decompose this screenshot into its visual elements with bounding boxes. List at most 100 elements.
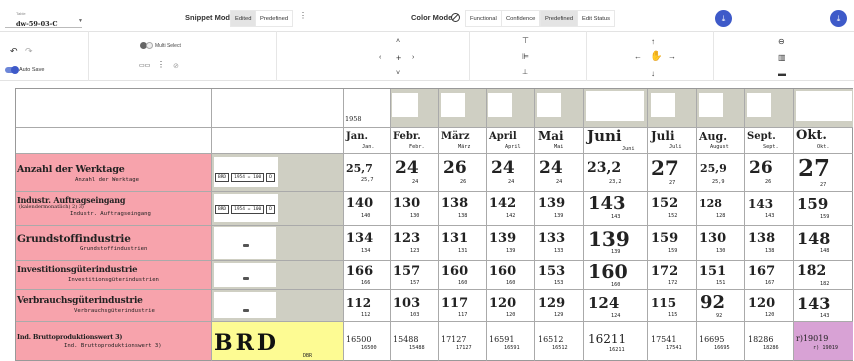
color-mode-functional[interactable]: Functional xyxy=(465,10,502,27)
table-cell[interactable]: 16512 xyxy=(538,335,563,344)
table-cell[interactable]: r)19019 xyxy=(796,334,828,343)
redo-icon[interactable]: ↷ xyxy=(25,47,33,56)
row-title[interactable]: Anzahl der Werktage xyxy=(17,164,125,175)
table-cell[interactable]: 92 xyxy=(700,292,725,313)
table-select[interactable]: Table dw-59-03-C ▼ xyxy=(5,6,83,28)
table-cell[interactable]: 16695 xyxy=(699,335,724,344)
color-mode-predefined[interactable]: Predefined xyxy=(540,10,579,27)
table-cell[interactable]: 26 xyxy=(749,158,773,178)
download-icon[interactable]: ⤓ xyxy=(715,10,732,27)
row-title[interactable]: Verbrauchsgüterindustrie xyxy=(17,296,143,306)
align-top-icon[interactable]: ⊤ xyxy=(522,37,529,45)
table-cell[interactable]: 17541 xyxy=(651,335,676,344)
table-cell[interactable]: 120 xyxy=(489,296,516,311)
chevron-up-icon[interactable]: ˄ xyxy=(396,38,400,45)
chevron-left-icon[interactable]: ‹ xyxy=(379,54,381,61)
table-cell[interactable]: 167 xyxy=(748,264,775,279)
table-cell[interactable]: 27 xyxy=(651,156,679,180)
table-cell[interactable]: 148 xyxy=(797,229,830,248)
align-right-icon[interactable]: ⊫ xyxy=(522,53,529,61)
month-header[interactable]: Juli xyxy=(651,129,675,143)
plus-icon[interactable]: + xyxy=(396,54,401,63)
more-options-icon[interactable]: ⋮ xyxy=(299,11,307,20)
table-cell[interactable]: 133 xyxy=(538,231,565,246)
table-cell[interactable]: 131 xyxy=(441,231,468,246)
chevron-right-icon[interactable]: › xyxy=(412,54,414,61)
table-cell[interactable]: 139 xyxy=(489,231,516,246)
undo-icon[interactable]: ↶ xyxy=(10,47,18,56)
table-cell[interactable]: 142 xyxy=(489,196,516,211)
table-cell[interactable]: 103 xyxy=(393,296,420,311)
table-cell[interactable]: 151 xyxy=(699,264,726,279)
table-cell[interactable]: 117 xyxy=(441,296,468,311)
table-cell[interactable]: 124 xyxy=(588,294,619,312)
table-cell[interactable]: 182 xyxy=(797,263,826,279)
arrow-up-icon[interactable]: ↑ xyxy=(651,38,655,46)
month-header[interactable]: Aug. xyxy=(699,130,727,143)
table-cell[interactable]: 139 xyxy=(588,227,630,251)
table-cell[interactable]: 143 xyxy=(797,294,830,313)
table-cell[interactable]: 160 xyxy=(588,261,628,283)
month-header[interactable]: März xyxy=(441,131,470,142)
color-mode-confidence[interactable]: Confidence xyxy=(501,10,541,27)
table-cell[interactable]: 25,7 xyxy=(346,162,373,175)
table-cell[interactable]: 16211 xyxy=(588,332,626,346)
table-cell[interactable]: 24 xyxy=(395,158,419,178)
row-title[interactable]: Investitionsgüterindustrie xyxy=(17,265,138,275)
table-cell[interactable]: 15488 xyxy=(393,335,418,344)
table-cell[interactable]: 16500 xyxy=(346,335,371,344)
table-cell[interactable]: 26 xyxy=(443,158,467,178)
chevron-down-icon[interactable]: ˅ xyxy=(396,70,400,77)
table-cell[interactable]: 139 xyxy=(538,196,565,211)
table-cell[interactable]: 138 xyxy=(441,196,468,211)
table-cell[interactable]: 24 xyxy=(539,158,563,178)
table-cell[interactable]: 112 xyxy=(346,296,371,310)
table-cell[interactable]: 134 xyxy=(346,231,373,246)
table-cell[interactable]: 25,9 xyxy=(700,162,727,175)
arrow-left-icon[interactable]: ← xyxy=(634,53,642,61)
no-color-icon[interactable] xyxy=(451,13,460,22)
arrow-down-icon[interactable]: ↓ xyxy=(651,70,655,78)
table-cell[interactable]: 23,2 xyxy=(587,160,621,176)
table-cell[interactable]: 152 xyxy=(651,196,678,211)
table-cell[interactable]: 115 xyxy=(651,296,676,310)
row-title[interactable]: Grundstoffindustrie xyxy=(17,233,131,245)
unit-label[interactable]: BRD 1954 = 100 D xyxy=(215,173,277,182)
hand-icon[interactable]: ✋ xyxy=(650,52,662,62)
row-title[interactable]: Ind. Bruttoproduktionswert 3) xyxy=(17,333,123,341)
snippet-mode-edited[interactable]: Edited xyxy=(230,10,257,27)
table-cell[interactable]: 18286 xyxy=(748,335,773,344)
snippet-icon[interactable]: ▭▭ xyxy=(139,63,150,69)
table-cell[interactable]: 159 xyxy=(797,195,828,213)
columns-icon[interactable]: ⋮ xyxy=(157,61,165,69)
table-cell[interactable]: 128 xyxy=(699,197,722,210)
month-header[interactable]: Febr. xyxy=(393,131,421,142)
month-header[interactable]: Mai xyxy=(538,129,564,143)
table-cell[interactable]: 143 xyxy=(588,193,626,214)
table-cell[interactable]: 130 xyxy=(393,196,420,211)
table-cell[interactable]: 123 xyxy=(393,231,420,246)
table-cell[interactable]: 27 xyxy=(798,155,830,182)
split-icon[interactable]: ▬ xyxy=(778,70,786,78)
auto-save-toggle[interactable] xyxy=(5,66,19,74)
table-cell[interactable]: 129 xyxy=(538,296,565,311)
month-header[interactable]: Okt. xyxy=(796,128,827,143)
month-header[interactable]: Sept. xyxy=(747,131,776,142)
table-cell[interactable]: 166 xyxy=(346,264,373,279)
link-icon[interactable]: ⊖ xyxy=(778,38,785,46)
snippet-mode-predefined[interactable]: Predefined xyxy=(255,10,294,27)
color-mode-edit-status[interactable]: Edit Status xyxy=(577,10,616,27)
arrow-right-icon[interactable]: → xyxy=(668,53,676,61)
month-header[interactable]: Jan. xyxy=(346,131,368,142)
table-cell[interactable]: 16591 xyxy=(489,335,514,344)
merge-icon[interactable]: ▥ xyxy=(778,54,786,62)
table-cell[interactable]: 153 xyxy=(538,264,565,279)
table-cell[interactable]: 160 xyxy=(441,264,468,279)
table-cell[interactable]: 140 xyxy=(346,196,373,211)
download-icon[interactable]: ⤓ xyxy=(830,10,847,27)
table-cell[interactable]: 157 xyxy=(393,264,420,279)
table-cell[interactable]: 138 xyxy=(748,231,775,246)
table-cell[interactable]: 120 xyxy=(748,296,775,311)
unit-label-large[interactable]: BRD xyxy=(214,330,279,356)
table-cell[interactable]: 24 xyxy=(491,158,515,178)
